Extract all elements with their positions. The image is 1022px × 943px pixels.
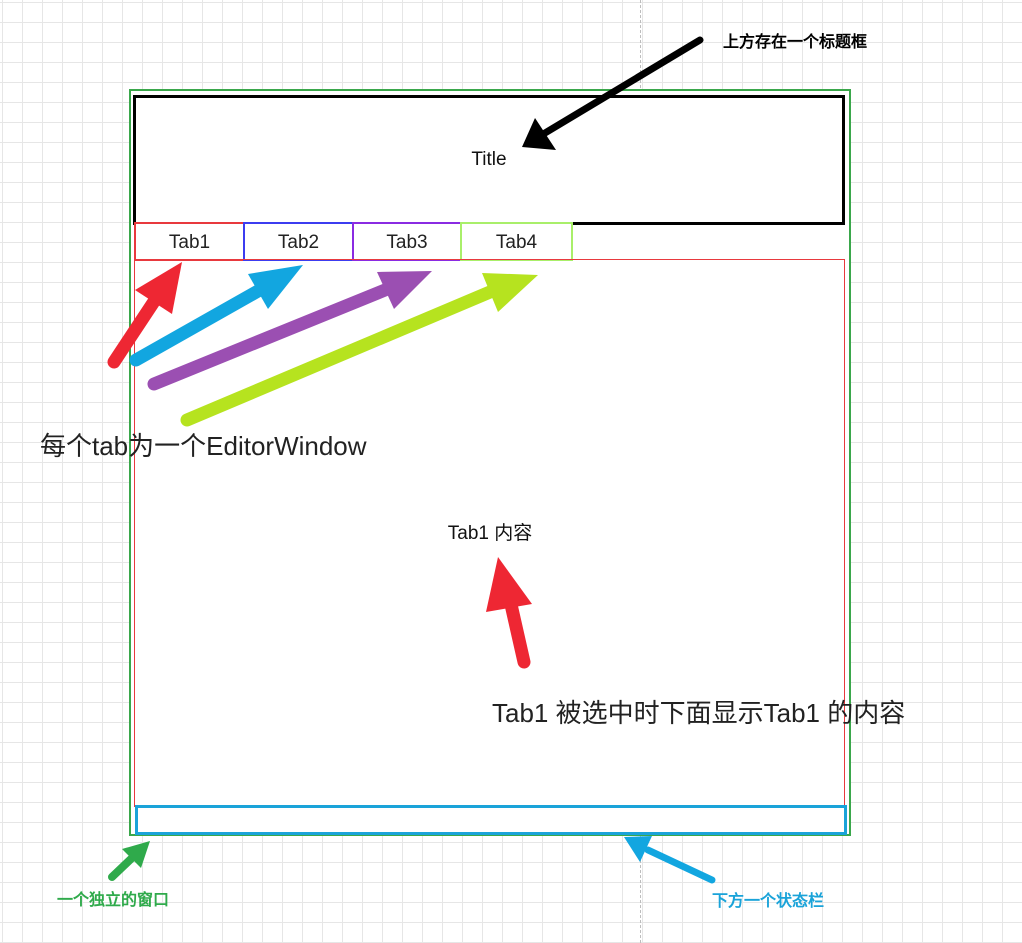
arrow-to-status-bar: [624, 836, 716, 884]
arrow-to-title: [522, 36, 704, 150]
annotation-arrows: [107, 36, 716, 884]
arrow-to-window: [108, 841, 150, 881]
selection-annotation: Tab1 被选中时下面显示Tab1 的内容: [492, 698, 906, 728]
tabs-annotation: 每个tab为一个EditorWindow: [40, 431, 367, 461]
title-annotation: 上方存在一个标题框: [723, 34, 868, 51]
status-bar-annotation: 下方一个状态栏: [712, 893, 825, 910]
window-annotation: 一个独立的窗口: [57, 892, 170, 909]
arrow-to-content: [486, 557, 532, 669]
